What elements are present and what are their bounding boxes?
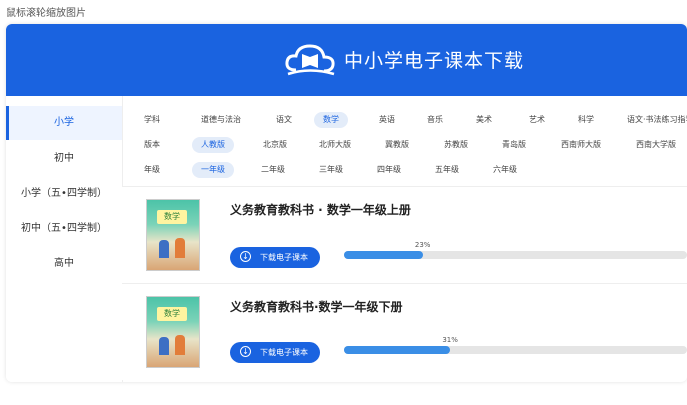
level-sidebar: 小学 初中 小学（五•四学制） 初中（五•四学制） 高中 <box>6 96 123 382</box>
chip-grade-selected[interactable]: 一年级 <box>192 162 234 178</box>
download-button[interactable]: ↓ 下载电子课本 <box>230 342 320 363</box>
download-icon: ↓ <box>240 251 251 262</box>
book-cover[interactable]: 数学 <box>146 296 200 368</box>
progress-fill <box>344 346 451 354</box>
chip-grade[interactable]: 三年级 <box>310 162 352 178</box>
cloud-book-logo-icon <box>285 44 335 76</box>
download-button-label: 下载电子课本 <box>260 253 308 262</box>
sidebar-item-label: 高中 <box>54 258 74 269</box>
download-progress: 23% <box>344 241 687 261</box>
chip-subject[interactable]: 艺术 <box>520 112 554 128</box>
header-banner: 中小学电子课本下载 <box>6 24 687 96</box>
chip-grade[interactable]: 五年级 <box>426 162 468 178</box>
progress-track <box>344 346 687 354</box>
cover-figure <box>159 240 169 258</box>
book-title: 义务教育教科书·数学一年级下册 <box>230 300 403 314</box>
chip-subject[interactable]: 音乐 <box>418 112 452 128</box>
grade-filter-label: 年级 <box>144 165 160 174</box>
progress-percent: 31% <box>442 336 458 344</box>
chip-edition[interactable]: 青岛版 <box>493 137 535 153</box>
zoom-hint: 鼠标滚轮缩放图片 <box>6 8 86 19</box>
sidebar-item-label: 小学（五•四学制） <box>21 188 107 199</box>
chip-edition[interactable]: 冀教版 <box>376 137 418 153</box>
chip-subject[interactable]: 道德与法治 <box>192 112 250 128</box>
chip-edition[interactable]: 西南大学版 <box>627 137 685 153</box>
chip-edition-selected[interactable]: 人教版 <box>192 137 234 153</box>
chip-edition[interactable]: 西南师大版 <box>552 137 610 153</box>
book-title: 义务教育教科书 · 数学一年级上册 <box>230 203 411 217</box>
download-icon: ↓ <box>240 346 251 357</box>
sidebar-item-senior[interactable]: 高中 <box>6 247 122 281</box>
chip-edition[interactable]: 苏教版 <box>435 137 477 153</box>
cover-figure <box>175 238 185 258</box>
cover-title: 数学 <box>157 210 187 224</box>
cover-figure <box>159 337 169 355</box>
chip-subject[interactable]: 英语 <box>370 112 404 128</box>
cover-figure <box>175 335 185 355</box>
book-cover[interactable]: 数学 <box>146 199 200 271</box>
sidebar-item-primary-54[interactable]: 小学（五•四学制） <box>6 177 122 211</box>
chip-grade[interactable]: 二年级 <box>252 162 294 178</box>
download-button[interactable]: ↓ 下载电子课本 <box>230 247 320 268</box>
sidebar-item-primary[interactable]: 小学 <box>6 106 122 140</box>
sidebar-item-label: 初中（五•四学制） <box>21 223 107 234</box>
chip-grade[interactable]: 四年级 <box>368 162 410 178</box>
filter-panel: 学科 道德与法治 语文 数学 英语 音乐 美术 艺术 科学 语文·书法练习指导 … <box>122 96 687 182</box>
progress-track <box>344 251 687 259</box>
site-title: 中小学电子课本下载 <box>344 50 525 72</box>
sidebar-item-junior-54[interactable]: 初中（五•四学制） <box>6 212 122 246</box>
book-card: 数学 义务教育教科书·数学一年级下册 ↓ 下载电子课本 31% <box>122 283 687 380</box>
chip-subject[interactable]: 美术 <box>467 112 501 128</box>
chip-subject-selected[interactable]: 数学 <box>314 112 348 128</box>
chip-edition[interactable]: 北师大版 <box>310 137 360 153</box>
download-button-label: 下载电子课本 <box>260 348 308 357</box>
download-progress: 31% <box>344 336 687 356</box>
sidebar-item-label: 小学 <box>54 117 74 128</box>
progress-fill <box>344 251 423 259</box>
chip-subject[interactable]: 科学 <box>569 112 603 128</box>
app-window: 中小学电子课本下载 小学 初中 小学（五•四学制） 初中（五•四学制） 高中 学… <box>6 24 687 382</box>
cover-title: 数学 <box>157 307 187 321</box>
chip-edition[interactable]: 北京版 <box>254 137 296 153</box>
progress-percent: 23% <box>414 241 431 249</box>
chip-grade[interactable]: 六年级 <box>484 162 526 178</box>
subject-filter-label: 学科 <box>144 115 160 124</box>
sidebar-item-junior[interactable]: 初中 <box>6 142 122 176</box>
edition-filter-label: 版本 <box>144 140 160 149</box>
chip-subject[interactable]: 语文·书法练习指导 <box>618 112 687 128</box>
sidebar-item-label: 初中 <box>54 153 74 164</box>
book-card: 数学 义务教育教科书 · 数学一年级上册 ↓ 下载电子课本 23% <box>122 186 687 283</box>
chip-subject[interactable]: 语文 <box>267 112 301 128</box>
